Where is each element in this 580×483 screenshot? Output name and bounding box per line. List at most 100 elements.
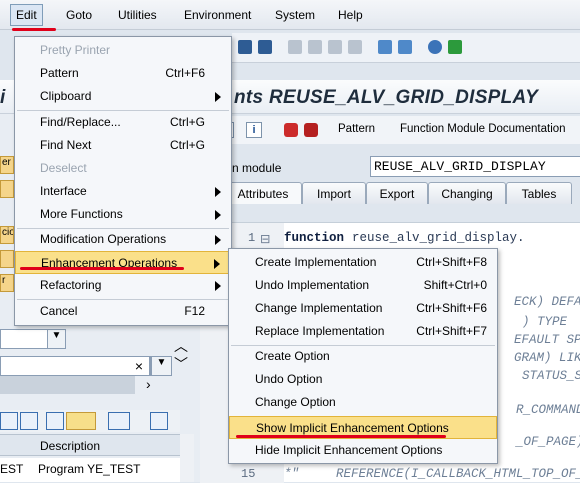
chevron-down-icon[interactable]: ▼ <box>47 330 65 348</box>
menu-item-undo-option[interactable]: Undo Option <box>229 368 497 391</box>
menu-bar: Edit Goto Utilities Environment System H… <box>0 0 580 30</box>
clear-icon[interactable]: × <box>135 358 143 374</box>
first-page-icon[interactable] <box>288 40 302 54</box>
pattern-button[interactable]: Pattern <box>338 123 375 135</box>
menu-item-cancel[interactable]: Cancel F12 <box>15 300 231 323</box>
menu-item-deselect[interactable]: Deselect <box>15 157 231 180</box>
annotation-underline-show-implicit <box>236 435 446 438</box>
code-fragment: _OF_PAGE) <box>516 435 580 449</box>
sort-icon[interactable] <box>20 412 38 430</box>
menu-item-create-implementation[interactable]: Create Implementation Ctrl+Shift+F8 <box>229 251 497 274</box>
function-module-field[interactable]: REUSE_ALV_GRID_DISPLAY <box>370 156 580 177</box>
menu-item-hide-implicit-enhancement-options[interactable]: Hide Implicit Enhancement Options <box>229 439 497 462</box>
menu-item-clipboard[interactable]: Clipboard <box>15 85 231 108</box>
menu-item-interface[interactable]: Interface <box>15 180 231 203</box>
line-number: 1 <box>248 231 256 245</box>
binoculars-icon[interactable] <box>238 40 252 54</box>
menu-item-find-next[interactable]: Find Next Ctrl+G <box>15 134 231 157</box>
previous-page-icon[interactable] <box>308 40 322 54</box>
menu-goto[interactable]: Goto <box>66 8 92 22</box>
search-field[interactable]: × <box>0 356 150 376</box>
new-session-icon[interactable] <box>378 40 392 54</box>
column-header-description: Description <box>40 439 101 453</box>
code-fragment: GRAM) LIKE <box>514 351 580 365</box>
standard-toolbar <box>232 33 580 63</box>
chevron-right-icon[interactable]: › <box>146 376 151 392</box>
title-fragment: i <box>0 87 6 108</box>
next-page-icon[interactable] <box>328 40 342 54</box>
menu-item-more-functions[interactable]: More Functions <box>15 203 231 226</box>
menu-item-enhancement-operations[interactable]: Enhancement Operations <box>15 251 231 274</box>
grid-icon[interactable] <box>0 412 18 430</box>
tab-attributes[interactable]: Attributes <box>224 182 302 204</box>
submenu-arrow-icon <box>215 281 221 291</box>
tab-changing[interactable]: Changing <box>428 182 506 204</box>
table-cell: EST <box>0 462 24 476</box>
menu-item-pattern[interactable]: Pattern Ctrl+F6 <box>15 62 231 85</box>
refresh-icon[interactable] <box>108 412 130 430</box>
last-page-icon[interactable] <box>348 40 362 54</box>
edit-menu: Pretty Printer Pattern Ctrl+F6 Clipboard… <box>14 36 232 326</box>
menu-item-modification-operations[interactable]: Modification Operations <box>15 228 231 251</box>
code-fragment: STATUS_SET <box>522 369 580 383</box>
function-module-documentation-button[interactable]: Function Module Documentation <box>400 123 566 135</box>
shortcut-icon[interactable] <box>398 40 412 54</box>
favorite-icon[interactable] <box>66 412 96 430</box>
where-used-icon[interactable] <box>284 123 298 137</box>
enhance-icon[interactable] <box>304 123 318 137</box>
tab-strip: Attributes Import Export Changing Tables <box>224 182 580 204</box>
filter-icon[interactable] <box>46 412 64 430</box>
menu-system[interactable]: System <box>275 8 315 22</box>
code-fragment: ) TYPE CH <box>522 315 568 329</box>
table-cell: Program YE_TEST <box>38 462 141 476</box>
menu-item-find-replace[interactable]: Find/Replace... Ctrl+G <box>15 111 231 134</box>
menu-utilities[interactable]: Utilities <box>118 8 157 22</box>
table-header: Description <box>0 434 180 456</box>
help-icon[interactable] <box>428 40 442 54</box>
menu-item-create-option[interactable]: Create Option <box>229 345 497 368</box>
tab-export[interactable]: Export <box>366 182 428 204</box>
menu-edit[interactable]: Edit <box>10 4 43 26</box>
left-button[interactable]: er <box>0 156 14 174</box>
code-comment: REFERENCE(I_CALLBACK_HTML_TOP_OF_P <box>336 467 580 481</box>
dropdown-field[interactable]: ▼ <box>0 329 66 349</box>
chevron-down-icon[interactable]: ▼ <box>151 357 171 375</box>
menu-item-pretty-printer[interactable]: Pretty Printer <box>15 39 231 62</box>
menu-item-change-implementation[interactable]: Change Implementation Ctrl+Shift+F6 <box>229 297 497 320</box>
code-fragment: EFAULT SPA <box>514 333 580 347</box>
code-keyword: function <box>284 231 345 245</box>
menu-help[interactable]: Help <box>338 8 363 22</box>
find-next-icon[interactable] <box>258 40 272 54</box>
function-module-row: n module REUSE_ALV_GRID_DISPLAY <box>232 155 580 181</box>
chevron-up-icon[interactable]: ︿ <box>174 336 188 356</box>
menu-item-change-option[interactable]: Change Option <box>229 391 497 414</box>
table-row[interactable]: EST Program YE_TEST <box>0 458 180 482</box>
close-icon[interactable] <box>150 412 168 430</box>
annotation-underline-enhancement <box>20 267 184 270</box>
menu-item-replace-implementation[interactable]: Replace Implementation Ctrl+Shift+F7 <box>229 320 497 343</box>
enhancement-submenu: Create Implementation Ctrl+Shift+F8 Undo… <box>228 248 498 464</box>
progress-strip <box>0 376 135 394</box>
left-button[interactable]: r <box>0 274 14 292</box>
chevron-down-icon[interactable]: ﹀ <box>174 354 188 374</box>
submenu-arrow-icon <box>215 187 221 197</box>
scrollbar[interactable] <box>180 434 194 482</box>
left-toolbar <box>0 410 180 432</box>
tab-tables[interactable]: Tables <box>506 182 572 204</box>
left-button[interactable] <box>0 180 14 198</box>
menu-item-undo-implementation[interactable]: Undo Implementation Shift+Ctrl+0 <box>229 274 497 297</box>
left-button[interactable]: cio <box>0 226 14 244</box>
function-module-label: n module <box>232 161 282 175</box>
search-dropdown[interactable]: ▼ <box>150 356 172 376</box>
code-fragment: R_COMMAND) <box>516 403 580 417</box>
submenu-arrow-icon <box>215 210 221 220</box>
info-icon[interactable]: i <box>246 122 262 138</box>
menu-item-refactoring[interactable]: Refactoring <box>15 274 231 297</box>
submenu-arrow-icon <box>215 92 221 102</box>
tab-import[interactable]: Import <box>302 182 366 204</box>
layout-icon[interactable] <box>448 40 462 54</box>
left-button[interactable] <box>0 250 14 268</box>
annotation-underline-edit <box>12 28 56 31</box>
fold-toggle-icon[interactable]: ⊟ <box>260 231 270 247</box>
menu-environment[interactable]: Environment <box>184 8 251 22</box>
